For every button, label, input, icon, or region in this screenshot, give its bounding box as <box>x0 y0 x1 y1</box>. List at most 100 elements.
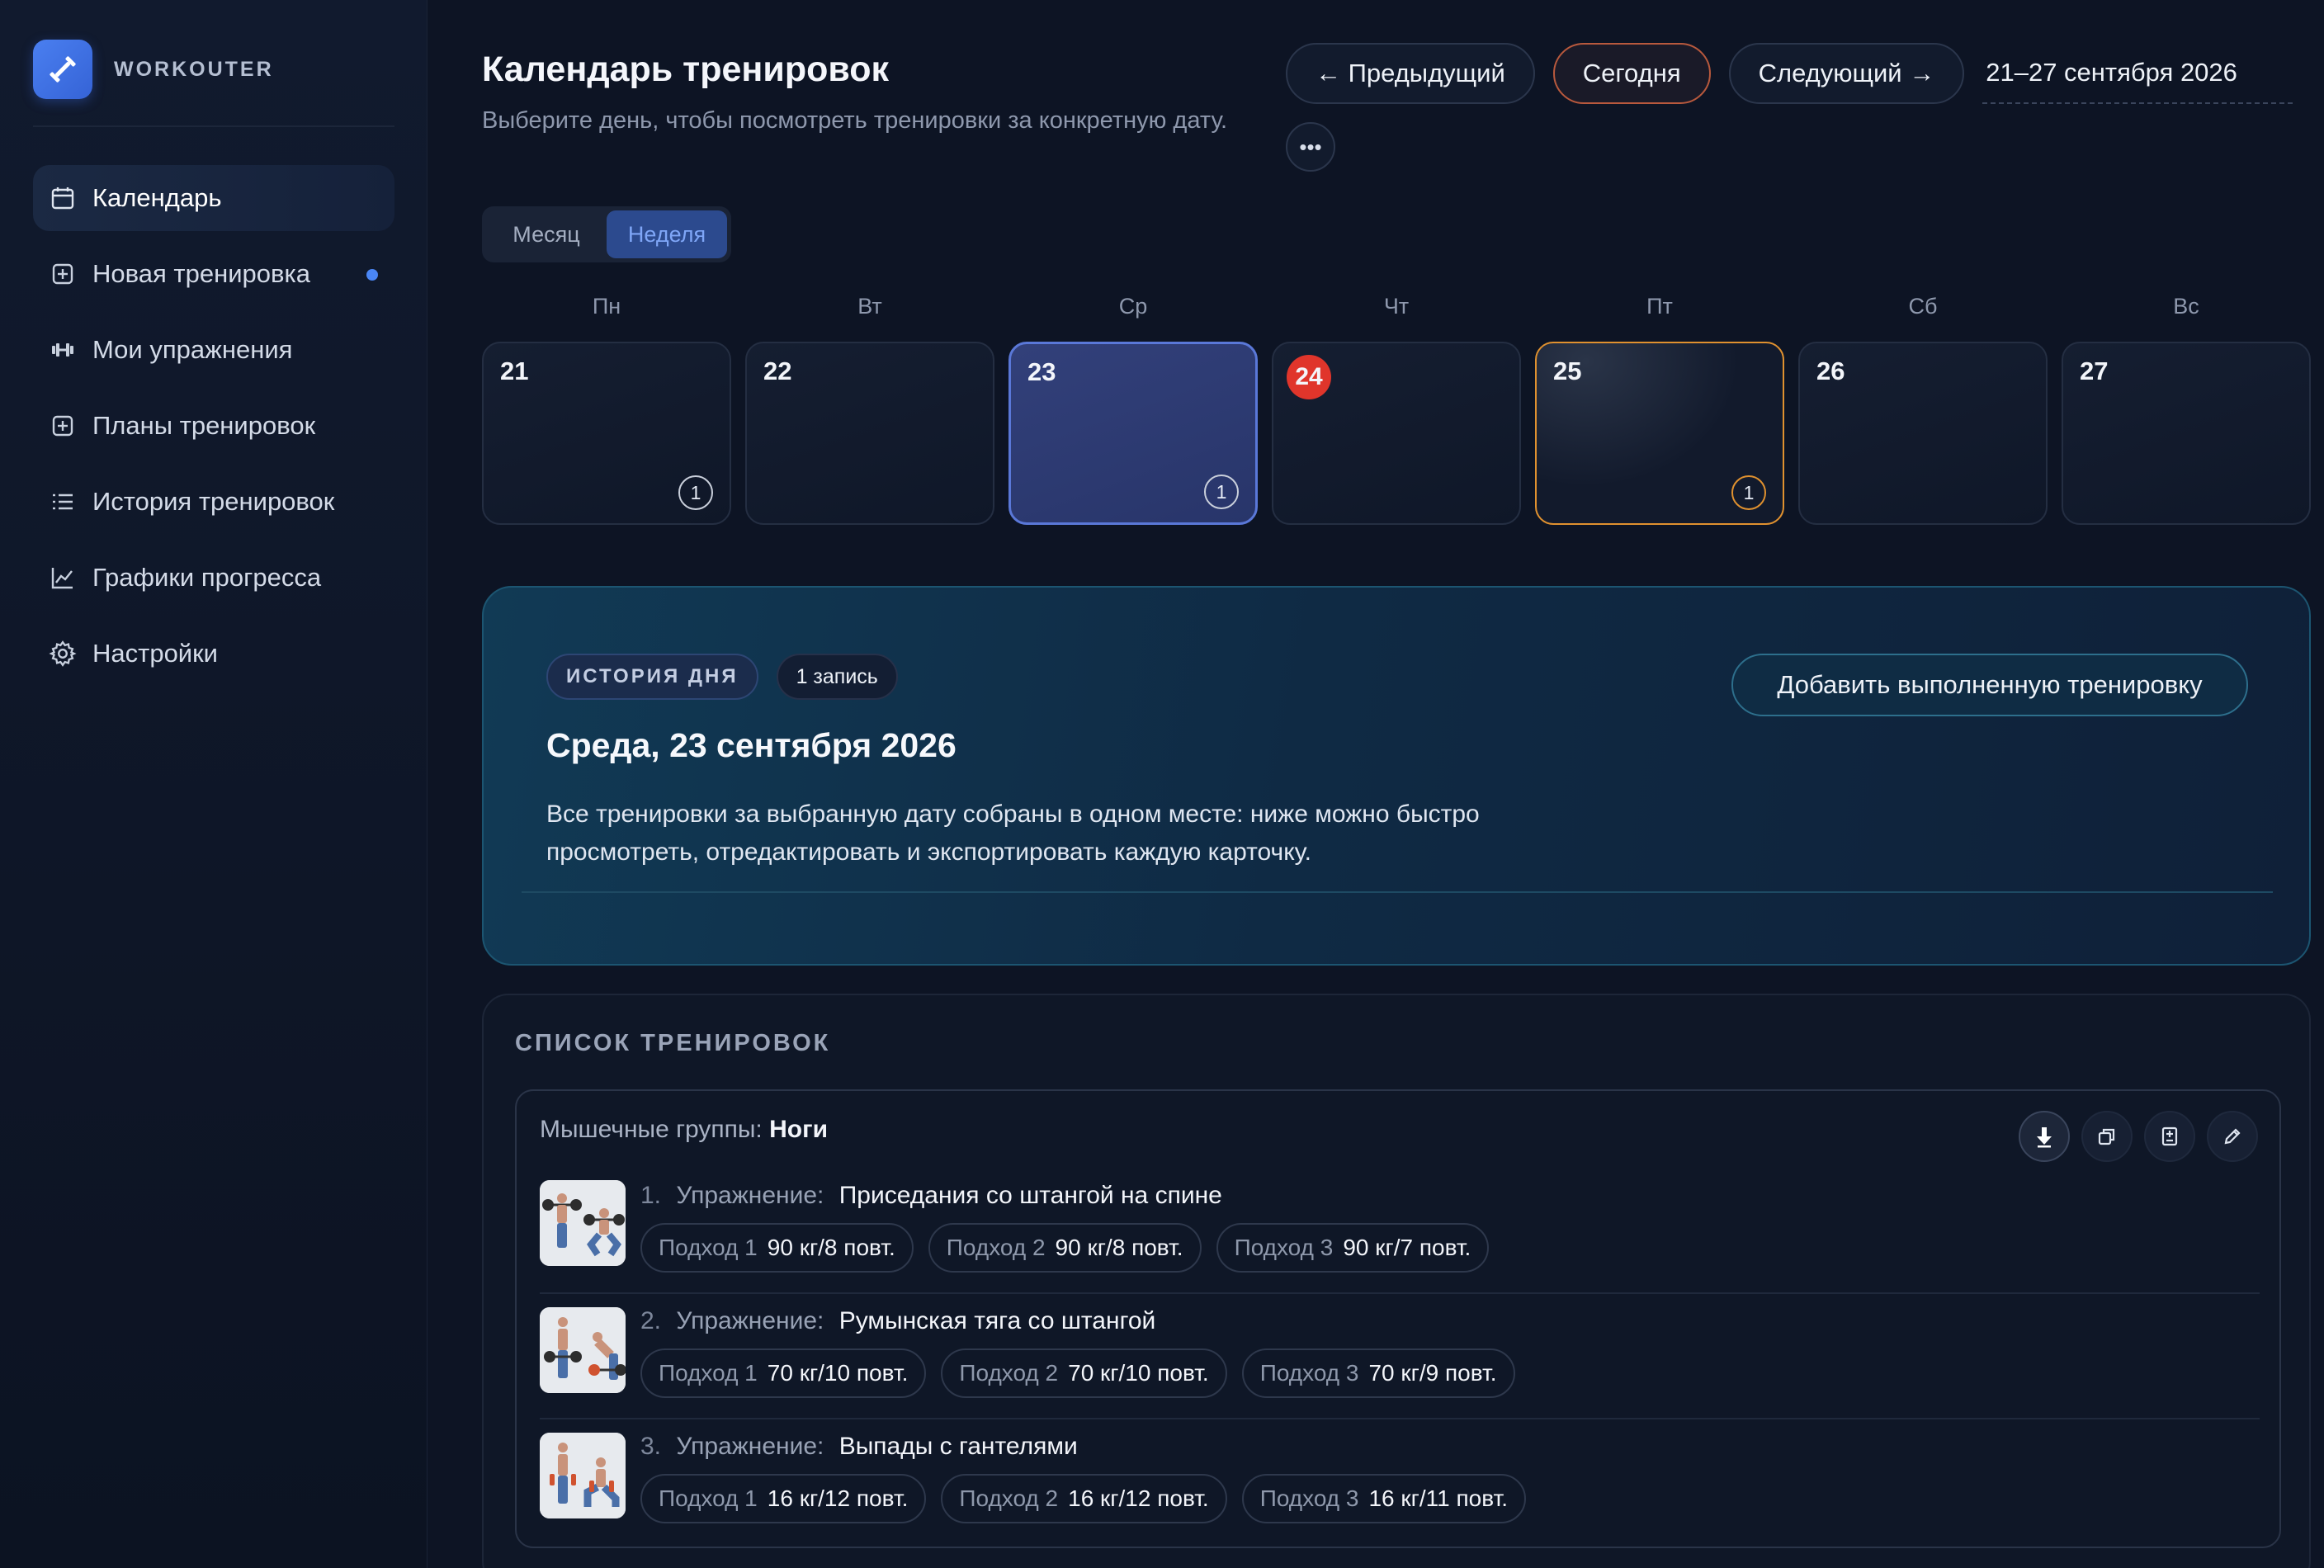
set-label: Подход 2 <box>946 1235 1046 1260</box>
exercise-name: 2. Упражнение: Румынская тяга со штангой <box>640 1307 1155 1335</box>
app-logo[interactable]: WORKOUTER <box>33 40 274 99</box>
weekday-label: Пн <box>592 294 621 319</box>
date-range-picker[interactable]: 21–27 сентября 2026 <box>1982 43 2293 104</box>
exercise-sets: Подход 1 16 кг/12 повт. Подход 2 16 кг/1… <box>640 1474 1541 1523</box>
set-chip[interactable]: Подход 3 90 кг/7 повт. <box>1216 1223 1490 1273</box>
sidebar-nav: Календарь Новая тренировка Мои упражнени… <box>33 165 394 697</box>
exercise-name: 3. Упражнение: Выпады с гантелями <box>640 1433 1078 1461</box>
day-cell-22[interactable]: 22 <box>745 342 994 525</box>
exercise-thumbnail <box>540 1307 626 1393</box>
workout-card[interactable]: Мышечные группы: Ноги 1. Упражнение: При… <box>515 1089 2281 1548</box>
sidebar: WORKOUTER Календарь Новая тренировка Мои… <box>0 0 427 1568</box>
list-icon <box>48 487 78 517</box>
page-title: Календарь тренировок <box>482 50 890 89</box>
set-chip[interactable]: Подход 1 16 кг/12 повт. <box>640 1474 927 1523</box>
sidebar-item-workout-plans[interactable]: Планы тренировок <box>33 393 394 459</box>
save-file-icon <box>2161 1126 2178 1146</box>
week-days: 21 1 22 23 1 24 25 1 26 27 <box>482 342 2311 525</box>
previous-button[interactable]: ← Предыдущий <box>1286 43 1535 104</box>
calendar-toolbar: ← Предыдущий Сегодня Следующий → 21–27 с… <box>1286 43 2293 104</box>
plus-square-icon <box>48 411 78 441</box>
day-number: 25 <box>1553 357 1582 385</box>
set-value: 90 кг/8 повт. <box>767 1235 895 1260</box>
exercise-item[interactable]: 2. Упражнение: Румынская тяга со штангой… <box>540 1292 2260 1415</box>
dumbbell-logo-icon <box>33 40 92 99</box>
notification-dot <box>366 269 378 281</box>
day-cell-26[interactable]: 26 <box>1798 342 2048 525</box>
muscle-groups: Мышечные группы: Ноги <box>540 1116 828 1144</box>
day-cell-23-selected[interactable]: 23 1 <box>1008 342 1258 525</box>
exercise-title: Приседания со штангой на спине <box>838 1182 1222 1209</box>
add-completed-workout-button[interactable]: Добавить выполненную тренировку <box>1731 654 2248 716</box>
sidebar-item-my-exercises[interactable]: Мои упражнения <box>33 317 394 383</box>
card-actions <box>2007 1111 2258 1162</box>
set-chip[interactable]: Подход 3 70 кг/9 повт. <box>1241 1348 1515 1398</box>
sidebar-item-new-workout[interactable]: Новая тренировка <box>33 241 394 307</box>
next-button[interactable]: Следующий → <box>1728 43 1965 104</box>
edit-button[interactable] <box>2207 1111 2258 1162</box>
set-label: Подход 1 <box>659 1235 758 1260</box>
set-value: 70 кг/9 повт. <box>1368 1360 1497 1386</box>
sidebar-item-label: Настройки <box>92 639 219 668</box>
copy-button[interactable] <box>2081 1111 2133 1162</box>
set-label: Подход 1 <box>659 1485 758 1511</box>
muscle-groups-value: Ноги <box>769 1116 829 1143</box>
day-number: 22 <box>763 357 792 385</box>
week-calendar: Пн Вт Ср Чт Пт Сб Вс 21 1 22 23 1 24 25 … <box>482 294 2311 525</box>
set-label: Подход 1 <box>659 1360 758 1386</box>
exercise-title: Румынская тяга со штангой <box>838 1307 1156 1334</box>
download-icon <box>2037 1127 2052 1148</box>
set-chip[interactable]: Подход 1 90 кг/8 повт. <box>640 1223 914 1273</box>
exercise-index: 3. <box>640 1433 662 1460</box>
exercise-sets: Подход 1 90 кг/8 повт. Подход 2 90 кг/8 … <box>640 1223 1504 1273</box>
sidebar-item-label: История тренировок <box>92 487 335 516</box>
day-number: 23 <box>1027 357 1056 386</box>
workout-count-badge: 1 <box>1731 475 1766 510</box>
more-options-button[interactable]: ••• <box>1286 122 1335 172</box>
set-value: 90 кг/8 повт. <box>1055 1235 1183 1260</box>
set-chip[interactable]: Подход 3 16 кг/11 повт. <box>1241 1474 1526 1523</box>
main-content: Календарь тренировок Выберите день, чтоб… <box>427 0 2324 1568</box>
set-label: Подход 2 <box>959 1485 1059 1511</box>
sidebar-item-label: Календарь <box>92 183 222 212</box>
set-chip[interactable]: Подход 2 16 кг/12 повт. <box>941 1474 1227 1523</box>
more-icon: ••• <box>1299 134 1322 159</box>
exercise-item[interactable]: 3. Упражнение: Выпады с гантелями Подход… <box>540 1418 2260 1540</box>
sidebar-item-label: Планы тренировок <box>92 411 316 440</box>
exercise-label: Упражнение: <box>676 1182 824 1209</box>
view-week-option[interactable]: Неделя <box>607 210 727 258</box>
weekday-label: Сб <box>1908 294 1938 319</box>
plus-square-icon <box>48 259 78 289</box>
set-chip[interactable]: Подход 1 70 кг/10 повт. <box>640 1348 927 1398</box>
workout-count-badge: 1 <box>678 475 713 510</box>
sidebar-item-label: Новая тренировка <box>92 259 310 288</box>
app-name: WORKOUTER <box>114 57 274 81</box>
day-cell-25[interactable]: 25 1 <box>1535 342 1784 525</box>
day-cell-24-today[interactable]: 24 <box>1272 342 1521 525</box>
sidebar-item-progress-charts[interactable]: Графики прогресса <box>33 545 394 611</box>
day-history-panel: ИСТОРИЯ ДНЯ 1 запись Среда, 23 сентября … <box>482 586 2311 966</box>
exercise-title: Выпады с гантелями <box>838 1433 1078 1460</box>
chart-line-icon <box>48 563 78 593</box>
day-cell-21[interactable]: 21 1 <box>482 342 731 525</box>
set-chip[interactable]: Подход 2 70 кг/10 повт. <box>941 1348 1227 1398</box>
weekday-label: Вс <box>2173 294 2199 319</box>
export-button[interactable] <box>2144 1111 2195 1162</box>
day-number: 26 <box>1816 357 1845 385</box>
view-month-option[interactable]: Месяц <box>486 210 607 258</box>
weekday-label: Вт <box>857 294 882 319</box>
dumbbell-icon <box>48 335 78 365</box>
sidebar-item-workout-history[interactable]: История тренировок <box>33 469 394 535</box>
sidebar-item-settings[interactable]: Настройки <box>33 621 394 687</box>
set-label: Подход 3 <box>1259 1360 1359 1386</box>
sidebar-item-calendar[interactable]: Календарь <box>33 165 394 231</box>
exercise-thumbnail <box>540 1433 626 1518</box>
exercise-item[interactable]: 1. Упражнение: Приседания со штангой на … <box>540 1180 2260 1302</box>
workout-list-panel: СПИСОК ТРЕНИРОВОК Мышечные группы: Ноги <box>482 994 2311 1568</box>
download-button[interactable] <box>2019 1111 2070 1162</box>
day-cell-27[interactable]: 27 <box>2062 342 2311 525</box>
today-button[interactable]: Сегодня <box>1552 43 1711 104</box>
set-chip[interactable]: Подход 2 90 кг/8 повт. <box>928 1223 1202 1273</box>
day-number: 21 <box>500 357 529 385</box>
panel-divider <box>522 891 2273 893</box>
